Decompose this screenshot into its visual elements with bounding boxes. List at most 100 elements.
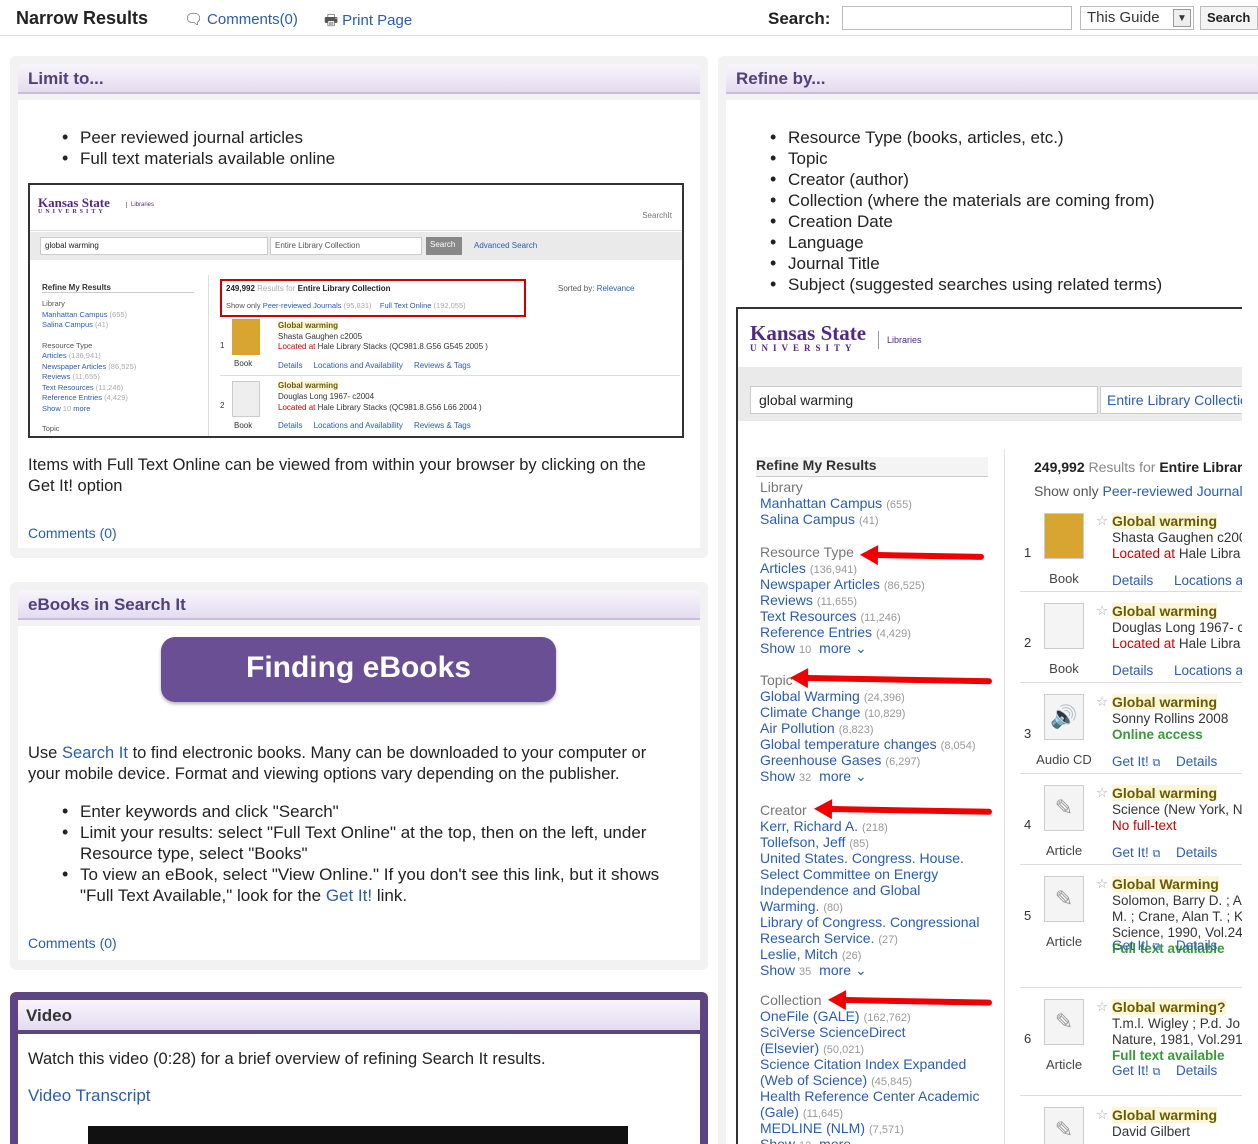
facet-item[interactable]: (Elsevier) (50,021) — [760, 1040, 864, 1056]
star-icon[interactable]: ☆ — [1096, 999, 1108, 1015]
get-it-link[interactable]: Get It! ⧉ — [1112, 845, 1160, 861]
star-icon[interactable]: ☆ — [1096, 1107, 1108, 1123]
comment-icon: 🗨 — [184, 11, 204, 28]
facet-item[interactable]: (Gale) (11,645) — [760, 1104, 843, 1120]
result-meta: David Gilbert — [1112, 1124, 1191, 1139]
limit-list: Peer reviewed journal articles Full text… — [60, 127, 335, 169]
red-arrow-icon — [841, 997, 993, 1006]
search-it-link[interactable]: Search It — [62, 744, 128, 762]
facet-item[interactable]: Greenhouse Gases (6,297) — [760, 752, 920, 768]
limit-to-heading: Limit to... — [18, 64, 700, 94]
get-it-link[interactable]: Get It! ⧉ — [1112, 1063, 1160, 1079]
star-icon[interactable]: ☆ — [1096, 785, 1108, 801]
result-number: 5 — [1024, 908, 1032, 923]
facet-item[interactable]: SciVerse ScienceDirect — [760, 1024, 906, 1040]
facet-show-more[interactable]: Show 10 more ⌄ — [760, 640, 867, 657]
comments-link[interactable]: 🗨 Comments(0) — [184, 10, 298, 28]
facet-item[interactable]: Global temperature changes (8,054) — [760, 736, 976, 752]
facet-item[interactable]: Salina Campus (41) — [760, 511, 879, 527]
details-link[interactable]: Details — [1176, 1063, 1217, 1078]
video-player[interactable] — [88, 1126, 628, 1144]
facet-item[interactable]: Text Resources (11,246) — [760, 608, 901, 624]
ebooks-steps: Enter keywords and click "Search" Limit … — [60, 801, 680, 906]
result-meta: Solomon, Barry D. ; A — [1112, 893, 1242, 908]
list-item: Full text materials available online — [60, 148, 335, 169]
facet-item[interactable]: MEDLINE (NLM) (7,571) — [760, 1120, 904, 1136]
facet-item[interactable]: (Web of Science) (45,845) — [760, 1072, 912, 1088]
star-icon[interactable]: ☆ — [1096, 876, 1108, 892]
facet-item[interactable]: Reference Entries (4,429) — [760, 624, 911, 640]
ebooks-comments-link[interactable]: Comments (0) — [28, 935, 117, 951]
details-link[interactable]: Details — [1176, 754, 1217, 769]
print-page-link[interactable]: 🖶 Print Page — [324, 10, 412, 35]
get-it-link[interactable]: Get It! ⧉ — [1112, 938, 1160, 954]
search-input[interactable] — [842, 6, 1072, 30]
result-type: Book — [1049, 571, 1079, 586]
result-thumbnail-icon — [1044, 603, 1084, 649]
finding-ebooks-button[interactable]: Finding eBooks — [161, 637, 556, 702]
query-field: global warming — [750, 386, 1098, 414]
facet-item[interactable]: Warming. (80) — [760, 898, 843, 914]
result-title[interactable]: Global warming — [1112, 603, 1218, 619]
star-icon[interactable]: ☆ — [1096, 513, 1108, 529]
result-title[interactable]: Global Warming — [1112, 876, 1219, 892]
facet-item[interactable]: Newspaper Articles (86,525) — [760, 576, 925, 592]
result-thumbnail-icon: ✎ — [1044, 999, 1084, 1045]
result-thumbnail-icon: ✎ — [1044, 785, 1084, 831]
details-link[interactable]: Details — [1176, 938, 1217, 953]
video-transcript-link[interactable]: Video Transcript — [28, 1086, 151, 1106]
red-arrow-icon — [873, 552, 985, 560]
collection-select: Entire Library Collectio — [1100, 386, 1242, 414]
facet-show-more[interactable]: Show 35 more ⌄ — [760, 962, 867, 979]
result-title[interactable]: Global warming — [1112, 1107, 1218, 1123]
result-availability: Full text available — [1112, 1048, 1225, 1063]
facet-item[interactable]: OneFile (GALE) (162,762) — [760, 1008, 911, 1024]
search-scope-select[interactable]: This Guide ▼ — [1080, 6, 1194, 30]
facet-item[interactable]: Tollefson, Jeff (85) — [760, 834, 869, 850]
facet-item[interactable]: Kerr, Richard A. (218) — [760, 818, 888, 834]
star-icon[interactable]: ☆ — [1096, 694, 1108, 710]
facet-item[interactable]: Global Warming (24,396) — [760, 688, 905, 704]
facet-item[interactable]: Reviews (11,655) — [760, 592, 857, 608]
facet-item[interactable]: Articles (136,941) — [760, 560, 857, 576]
facet-show-more[interactable]: Show 32 more ⌄ — [760, 768, 867, 785]
facet-heading: Collection — [760, 992, 822, 1008]
get-it-link[interactable]: Get It! — [326, 886, 372, 905]
result-title[interactable]: Global warming? — [1112, 999, 1226, 1015]
result-title[interactable]: Global warming — [1112, 513, 1218, 529]
details-link[interactable]: Details — [1176, 845, 1217, 860]
star-icon[interactable]: ☆ — [1096, 603, 1108, 619]
result-meta: Science (New York, N — [1112, 802, 1242, 817]
result-type: Audio CD — [1036, 752, 1092, 767]
facet-item[interactable]: Science Citation Index Expanded — [760, 1056, 966, 1072]
result-number: 3 — [1024, 726, 1032, 741]
facet-item[interactable]: Climate Change (10,829) — [760, 704, 905, 720]
limit-comments-link[interactable]: Comments (0) — [28, 525, 117, 541]
facet-item[interactable]: Select Committee on Energy — [760, 866, 938, 882]
facet-item[interactable]: Air Pollution (8,823) — [760, 720, 874, 736]
facet-show-more[interactable]: Show12 more ⌄ — [760, 1136, 867, 1144]
details-link[interactable]: Details — [1112, 663, 1153, 678]
search-results-screenshot-small: Kansas State UNIVERSITY Libraries Search… — [28, 183, 684, 438]
get-it-link[interactable]: Get It! ⧉ — [1112, 754, 1160, 770]
search-button-small: Search — [426, 237, 462, 255]
result-title[interactable]: Global warming — [1112, 694, 1218, 710]
result-thumbnail-icon: ✎ — [1044, 876, 1084, 922]
facet-item[interactable]: United States. Congress. House. — [760, 850, 964, 866]
facet-item[interactable]: Leslie, Mitch (26) — [760, 946, 861, 962]
result-availability: No full-text — [1112, 818, 1177, 833]
result-meta: Douglas Long 1967- c — [1112, 620, 1242, 635]
facet-item[interactable]: Independence and Global — [760, 882, 920, 898]
locations-link[interactable]: Locations a — [1174, 663, 1242, 678]
facet-item[interactable]: Library of Congress. Congressional — [760, 914, 979, 930]
facet-item[interactable]: Research Service. (27) — [760, 930, 898, 946]
top-bar: Narrow Results 🗨 Comments(0) 🖶 Print Page … — [0, 0, 1258, 36]
result-type: Article — [1045, 934, 1083, 949]
facet-item[interactable]: Health Reference Center Academic — [760, 1088, 979, 1104]
details-link[interactable]: Details — [1112, 573, 1153, 588]
result-number: 6 — [1024, 1031, 1032, 1046]
facet-item[interactable]: Manhattan Campus (655) — [760, 495, 912, 511]
locations-link[interactable]: Locations a — [1174, 573, 1242, 588]
result-title[interactable]: Global warming — [1112, 785, 1218, 801]
search-button[interactable]: Search — [1200, 6, 1258, 30]
